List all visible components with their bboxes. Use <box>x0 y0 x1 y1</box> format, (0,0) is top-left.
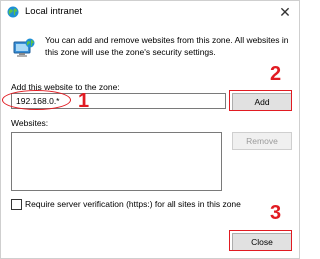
close-button-highlight <box>229 230 292 251</box>
step-1-marker: 1 <box>78 90 90 112</box>
https-verification-label[interactable]: Require server verification (https:) for… <box>25 199 241 209</box>
remove-button[interactable]: Remove <box>232 132 292 150</box>
websites-label: Websites: <box>11 118 49 128</box>
monitor-icon <box>13 37 35 59</box>
input-highlight-oval <box>2 90 71 110</box>
dialog-window: Local intranet ✕ You can add and remove … <box>0 0 300 259</box>
step-3-marker: 3 <box>270 202 282 224</box>
zone-description: You can add and remove websites from thi… <box>45 35 289 57</box>
websites-list[interactable] <box>11 132 222 191</box>
close-icon[interactable]: ✕ <box>273 2 297 22</box>
add-button-highlight <box>229 90 292 111</box>
globe-icon <box>7 6 19 18</box>
title-bar: Local intranet ✕ <box>1 1 299 23</box>
window-title: Local intranet <box>25 6 83 17</box>
https-verification-checkbox[interactable] <box>11 199 22 210</box>
step-2-marker: 2 <box>270 63 282 85</box>
